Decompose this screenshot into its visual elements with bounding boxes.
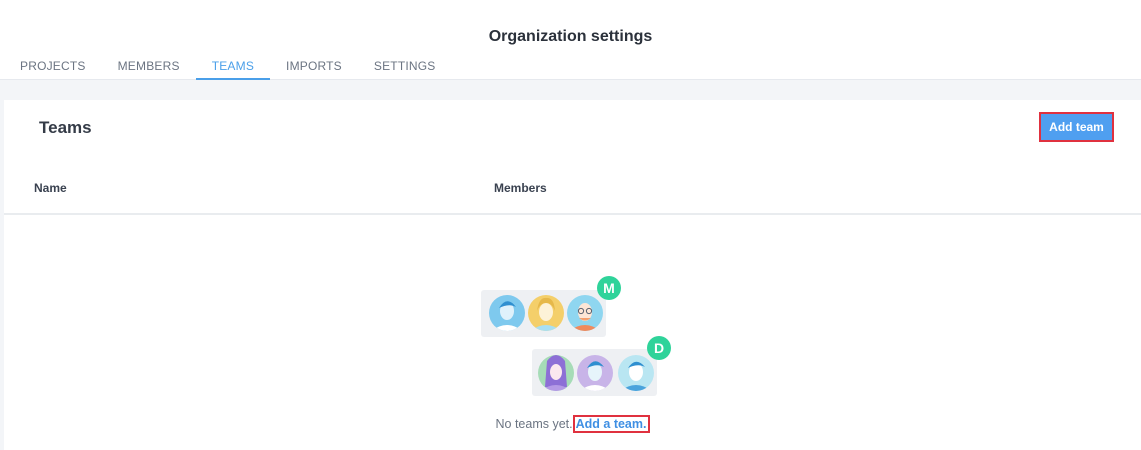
teams-title: Teams xyxy=(39,118,92,137)
badge-m: M xyxy=(597,276,621,300)
svg-text:D: D xyxy=(654,340,664,356)
top-header: Organization settings PROJECTS MEMBERS T… xyxy=(0,0,1141,80)
page-title: Organization settings xyxy=(488,28,653,45)
empty-state: M D No teams yet. Add a team. xyxy=(4,260,1141,450)
teams-illustration: M D xyxy=(481,276,671,396)
tab-projects[interactable]: PROJECTS xyxy=(4,50,102,80)
badge-d: D xyxy=(647,336,671,360)
teams-card: Teams Add team Name Members M D No teams… xyxy=(4,100,1141,450)
svg-text:M: M xyxy=(603,280,615,296)
add-team-link[interactable]: Add a team. xyxy=(572,415,650,433)
tab-teams[interactable]: TEAMS xyxy=(195,50,271,80)
column-header-name: Name xyxy=(34,181,67,195)
add-team-link-label: Add a team xyxy=(575,417,644,431)
column-header-members: Members xyxy=(494,181,547,195)
empty-message: No teams yet. Add a team. xyxy=(4,415,1141,433)
teams-table-header: Name Members xyxy=(4,170,1141,215)
add-team-link-suffix: . xyxy=(643,417,647,431)
tab-members[interactable]: MEMBERS xyxy=(102,50,196,80)
add-team-button[interactable]: Add team xyxy=(1039,112,1114,142)
tab-imports[interactable]: IMPORTS xyxy=(270,50,358,80)
empty-message-text: No teams yet. xyxy=(495,417,573,431)
tab-settings[interactable]: SETTINGS xyxy=(358,50,452,80)
settings-tabs: PROJECTS MEMBERS TEAMS IMPORTS SETTINGS xyxy=(4,50,452,80)
